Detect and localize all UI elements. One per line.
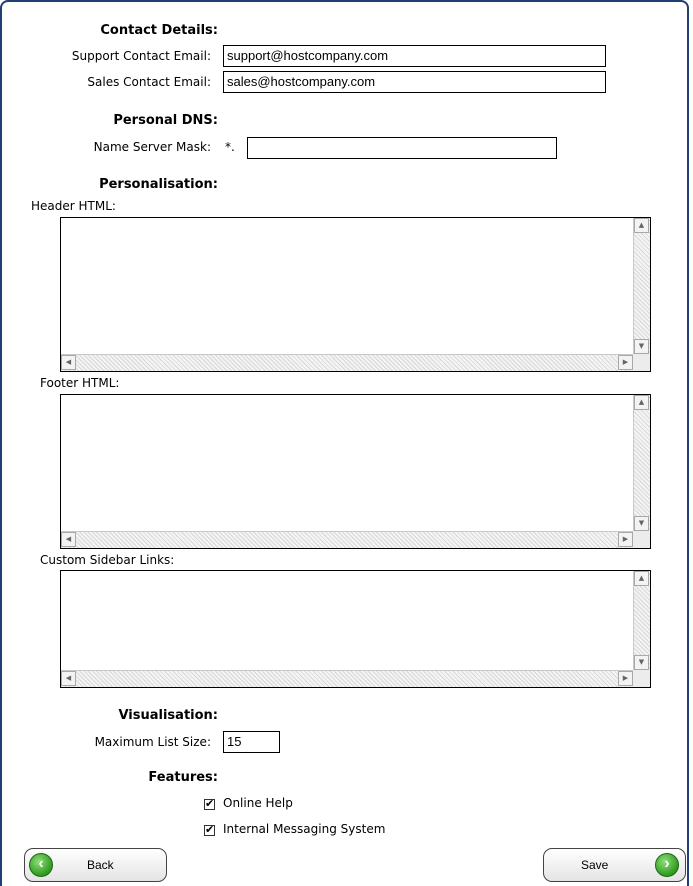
scroll-down-icon[interactable]: ▼ — [634, 655, 649, 670]
custom-sidebar-links-textarea[interactable]: ▲ ▼ ◀ ▶ — [60, 570, 651, 688]
header-vertical-scrollbar[interactable]: ▲ ▼ — [633, 218, 650, 354]
scroll-up-icon[interactable]: ▲ — [634, 218, 649, 233]
online-help-label: Online Help — [223, 796, 293, 810]
scroll-right-icon[interactable]: ▶ — [618, 671, 633, 686]
internal-messaging-checkbox[interactable] — [204, 823, 215, 836]
header-html-textarea[interactable]: ▲ ▼ ◀ ▶ — [60, 217, 651, 372]
header-html-label: Header HTML: — [31, 199, 116, 213]
footer-html-textarea[interactable]: ▲ ▼ ◀ ▶ — [60, 394, 651, 549]
scroll-up-icon[interactable]: ▲ — [634, 395, 649, 410]
scrollbar-corner — [633, 354, 650, 371]
header-horizontal-scrollbar[interactable]: ◀ ▶ — [61, 354, 633, 371]
personal-dns-heading: Personal DNS: — [113, 113, 218, 128]
support-email-input[interactable]: support@hostcompany.com — [223, 45, 606, 67]
name-server-mask-input[interactable] — [247, 137, 557, 159]
save-button-label: Save — [581, 858, 609, 872]
sidebar-horizontal-scrollbar[interactable]: ◀ ▶ — [61, 670, 633, 687]
maximum-list-size-input[interactable]: 15 — [223, 731, 280, 753]
support-email-label: Support Contact Email: — [71, 49, 211, 63]
scroll-down-icon[interactable]: ▼ — [634, 339, 649, 354]
scroll-left-icon[interactable]: ◀ — [61, 671, 76, 686]
save-button[interactable]: Save › — [543, 848, 686, 882]
scroll-down-icon[interactable]: ▼ — [634, 516, 649, 531]
scrollbar-corner — [633, 670, 650, 687]
name-server-mask-prefix: *. — [225, 140, 235, 154]
footer-vertical-scrollbar[interactable]: ▲ ▼ — [633, 395, 650, 531]
online-help-checkbox[interactable] — [204, 797, 215, 810]
settings-panel: Contact Details: Support Contact Email: … — [0, 0, 689, 886]
scroll-left-icon[interactable]: ◀ — [61, 355, 76, 370]
internal-messaging-label: Internal Messaging System — [223, 822, 386, 836]
name-server-mask-label: Name Server Mask: — [93, 140, 211, 154]
sales-email-input[interactable]: sales@hostcompany.com — [223, 71, 606, 93]
arrow-left-icon: ‹ — [29, 853, 53, 877]
footer-html-label: Footer HTML: — [40, 376, 120, 390]
scrollbar-corner — [633, 531, 650, 548]
personalisation-heading: Personalisation: — [99, 177, 218, 192]
custom-sidebar-links-label: Custom Sidebar Links: — [40, 553, 175, 567]
scroll-up-icon[interactable]: ▲ — [634, 571, 649, 586]
sidebar-vertical-scrollbar[interactable]: ▲ ▼ — [633, 571, 650, 670]
scroll-right-icon[interactable]: ▶ — [618, 355, 633, 370]
visualisation-heading: Visualisation: — [118, 708, 218, 723]
back-button[interactable]: ‹ Back — [24, 848, 167, 882]
footer-horizontal-scrollbar[interactable]: ◀ ▶ — [61, 531, 633, 548]
back-button-label: Back — [87, 858, 114, 872]
arrow-right-icon: › — [655, 853, 679, 877]
contact-details-heading: Contact Details: — [100, 23, 218, 38]
scroll-right-icon[interactable]: ▶ — [618, 532, 633, 547]
features-heading: Features: — [148, 770, 218, 785]
scroll-left-icon[interactable]: ◀ — [61, 532, 76, 547]
maximum-list-size-label: Maximum List Size: — [94, 735, 211, 749]
sales-email-label: Sales Contact Email: — [87, 75, 211, 89]
